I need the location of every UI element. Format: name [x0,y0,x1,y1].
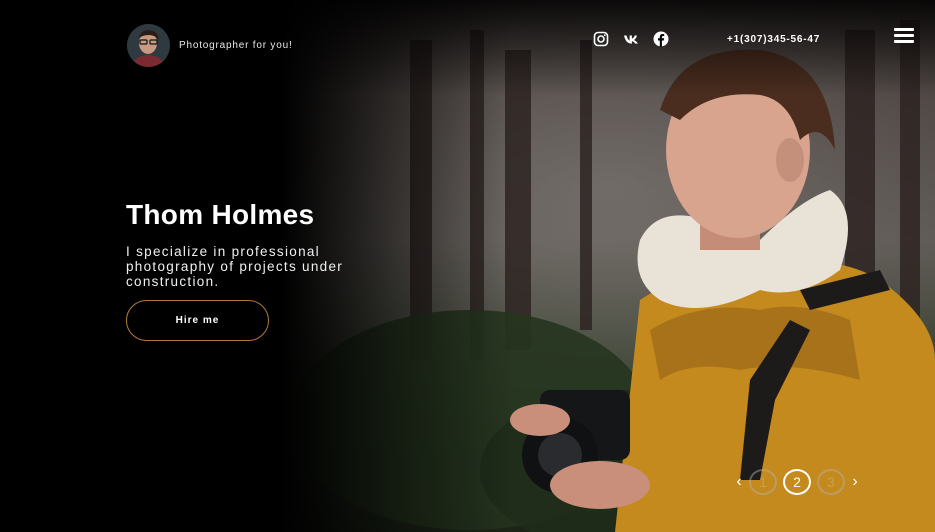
hero-description: I specialize in professional photography… [126,244,344,289]
instagram-icon[interactable] [593,31,609,47]
vk-icon[interactable] [623,31,639,47]
page-dot-3[interactable]: 3 [817,469,845,495]
social-links [593,31,669,47]
hero-title: Thom Holmes [126,199,315,230]
hamburger-menu-icon[interactable] [894,28,914,44]
slider-pagination: ‹ 1 2 3 › [732,469,862,495]
page-dot-1[interactable]: 1 [749,469,777,495]
prev-arrow-icon[interactable]: ‹ [732,469,746,495]
avatar[interactable] [127,24,170,67]
hire-me-button[interactable]: Hire me [126,300,269,341]
phone-number[interactable]: +1(307)345-56-47 [727,34,820,45]
next-arrow-icon[interactable]: › [848,469,862,495]
page-dot-2[interactable]: 2 [783,469,811,495]
site-header: Photographer for you! +1(307)345-56-47 [0,0,935,80]
tagline: Photographer for you! [179,40,293,51]
facebook-icon[interactable] [653,31,669,47]
